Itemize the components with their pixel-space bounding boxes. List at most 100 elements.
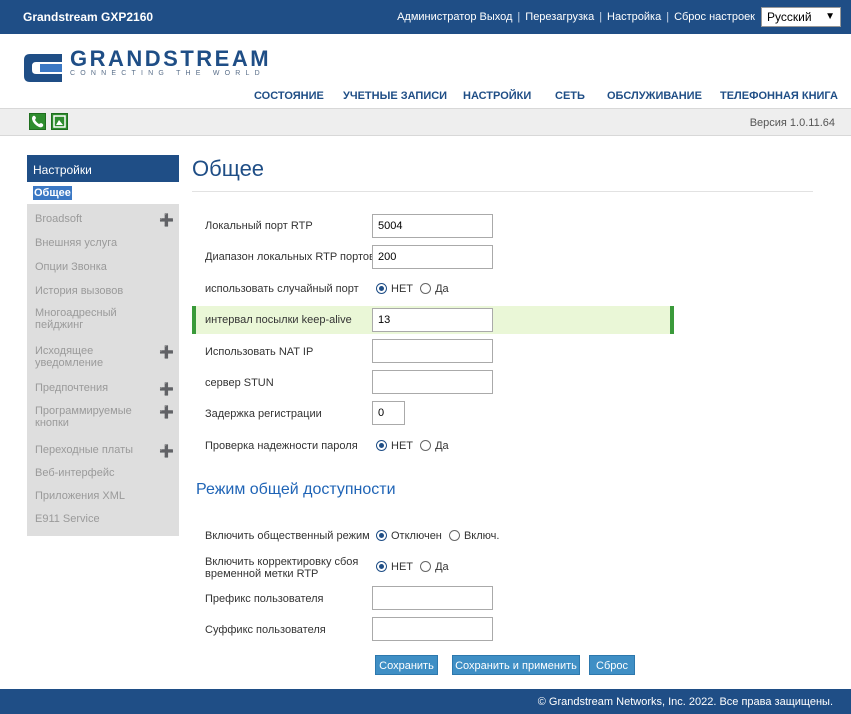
grandstream-logo-icon [24, 54, 62, 82]
radio-selected-icon [376, 530, 387, 541]
sidebar-item-label: E911 Service [35, 513, 100, 525]
pwd-check-yes-option[interactable]: Да [416, 440, 449, 452]
separator: | [666, 11, 670, 23]
rtp-port-label: Локальный порт RTP [205, 220, 313, 232]
language-value: Русский [767, 10, 812, 24]
sidebar-item-label: Общее [33, 186, 72, 200]
pwd-check-label: Проверка надежности пароля [205, 440, 358, 452]
logo-text: GRANDSTREAM [70, 46, 272, 71]
chevron-down-icon: ▼ [825, 11, 835, 22]
footer: © Grandstream Networks, Inc. 2022. Все п… [0, 689, 851, 714]
rtp-range-input[interactable]: 200 [372, 245, 493, 269]
pwd-check-no-option[interactable]: НЕТ [376, 440, 413, 452]
nav-settings[interactable]: НАСТРОЙКИ [463, 90, 531, 102]
sidebar-item-label: Веб-интерфейс [35, 467, 115, 479]
public-mode-radio-group: Отключен Включ. [376, 530, 499, 542]
sidebar-item-label: Исходящее уведомление [35, 345, 104, 369]
logo-tagline: CONNECTING THE WORLD [70, 70, 265, 77]
option-label: Включ. [463, 530, 500, 542]
separator: | [599, 11, 603, 23]
stun-input[interactable] [372, 370, 493, 394]
provision-link[interactable]: Настройка [607, 11, 661, 23]
sidebar: Настройки Общее Broadsoft ➕ Внешняя услуг… [27, 155, 179, 536]
nav-status[interactable]: СОСТОЯНИЕ [254, 90, 324, 102]
rtp-timestamp-label-line2: временной метки RTP [205, 568, 319, 580]
rtp-range-label: Диапазон локальных RTP портов [205, 251, 375, 263]
nav-accounts[interactable]: УЧЕТНЫЕ ЗАПИСИ [343, 90, 447, 102]
radio-icon [420, 283, 432, 294]
section-title: Режим общей доступности [196, 481, 396, 498]
random-port-no-option[interactable]: НЕТ [376, 283, 413, 295]
option-label: Да [435, 561, 449, 573]
option-label: НЕТ [391, 283, 413, 295]
public-mode-off-option[interactable]: Отключен [376, 530, 442, 542]
keepalive-input[interactable]: 13 [372, 308, 493, 332]
expand-icon: ➕ [159, 382, 174, 396]
user-prefix-input[interactable] [372, 586, 493, 610]
sidebar-item-label: Предпочтения [35, 382, 109, 394]
stun-label: сервер STUN [205, 377, 274, 389]
rtp-timestamp-label-line1: Включить корректировку сбоя [205, 556, 359, 568]
top-bar: Grandstream GXP2160 Администратор Выход |… [0, 0, 851, 34]
option-label: НЕТ [391, 561, 413, 573]
expand-icon: ➕ [159, 405, 174, 419]
public-mode-label: Включить общественный режим [205, 530, 370, 542]
option-label: Да [435, 283, 449, 295]
rtp-timestamp-no-option[interactable]: НЕТ [376, 561, 413, 573]
option-label: Отключен [391, 530, 442, 542]
top-links: Администратор Выход | Перезагрузка | Настрой… [397, 11, 755, 23]
expand-icon: ➕ [159, 345, 174, 359]
public-mode-on-option[interactable]: Включ. [445, 530, 500, 542]
radio-icon [420, 440, 432, 451]
nav-maintenance[interactable]: ОБСЛУЖИВАНИЕ [607, 90, 702, 102]
radio-selected-icon [376, 283, 387, 294]
sidebar-item-label: История вызовов [35, 285, 124, 297]
reset-button[interactable]: Сброс [589, 655, 635, 675]
option-label: Да [435, 440, 449, 452]
sidebar-item-general[interactable]: Общее [27, 182, 179, 204]
phone-icon[interactable] [29, 113, 46, 130]
random-port-label: использовать случайный порт [205, 283, 359, 295]
copyright-text: © Grandstream Networks, Inc. 2022. Все п… [537, 696, 833, 708]
separator: | [517, 11, 521, 23]
product-name: Grandstream GXP2160 [23, 10, 154, 24]
radio-icon [420, 561, 432, 572]
random-port-radio-group: НЕТ Да [376, 283, 449, 295]
toolbar-row: Версия 1.0.11.64 [0, 108, 851, 136]
reboot-link[interactable]: Перезагрузка [525, 11, 594, 23]
user-suffix-input[interactable] [372, 617, 493, 641]
language-select[interactable]: Русский ▼ [761, 7, 841, 27]
screen-icon[interactable] [51, 113, 68, 130]
sidebar-item-label: Многоадресный пейджинг [35, 307, 117, 331]
nav-network[interactable]: СЕТЬ [555, 90, 585, 102]
expand-icon: ➕ [159, 444, 174, 458]
sidebar-item-label: Приложения XML [35, 490, 126, 502]
nat-ip-input[interactable] [372, 339, 493, 363]
reg-delay-input[interactable]: 0 [372, 401, 405, 425]
sidebar-heading[interactable]: Настройки [27, 155, 179, 182]
logout-link[interactable]: Администратор Выход [397, 11, 512, 23]
radio-icon [448, 530, 460, 541]
user-prefix-label: Префикс пользователя [205, 593, 324, 605]
rtp-timestamp-yes-option[interactable]: Да [416, 561, 449, 573]
sidebar-item-label: Программируемые кнопки [35, 405, 132, 429]
random-port-yes-option[interactable]: Да [416, 283, 449, 295]
sidebar-item-label: Переходные платы [35, 444, 134, 456]
keepalive-label: интервал посылки keep-alive [205, 314, 352, 326]
save-button[interactable]: Сохранить [375, 655, 438, 675]
rtp-port-input[interactable]: 5004 [372, 214, 493, 238]
radio-selected-icon [376, 561, 387, 572]
factory-reset-link[interactable]: Сброс настроек [674, 11, 755, 23]
main-nav: СОСТОЯНИЕ УЧЕТНЫЕ ЗАПИСИ НАСТРОЙКИ СЕТЬ … [0, 90, 851, 106]
firmware-version: Версия 1.0.11.64 [749, 117, 835, 129]
option-label: НЕТ [391, 440, 413, 452]
radio-selected-icon [376, 440, 387, 451]
save-apply-button[interactable]: Сохранить и применить [452, 655, 580, 675]
reg-delay-label: Задержка регистрации [205, 408, 322, 420]
sidebar-item-label: Broadsoft [35, 213, 83, 225]
user-suffix-label: Суффикс пользователя [205, 624, 326, 636]
sidebar-item-label: Опции Звонка [35, 261, 107, 273]
nav-phonebook[interactable]: ТЕЛЕФОННАЯ КНИГА [720, 90, 838, 102]
expand-icon: ➕ [159, 213, 174, 227]
pwd-check-radio-group: НЕТ Да [376, 440, 449, 452]
